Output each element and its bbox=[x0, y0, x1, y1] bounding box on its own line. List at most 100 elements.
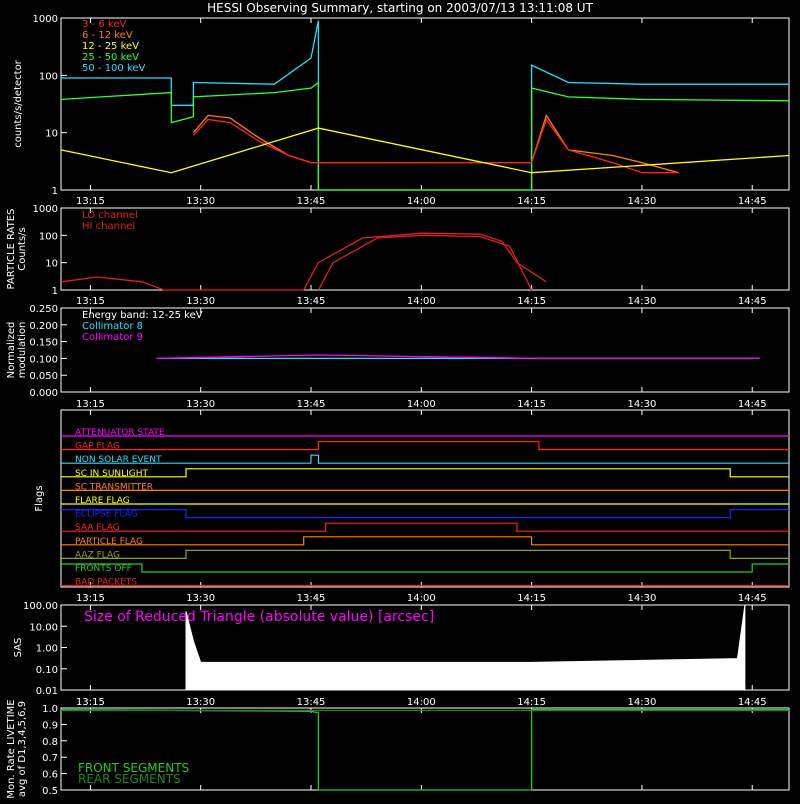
y-tick-label: 1.00 bbox=[36, 644, 58, 655]
flag-line bbox=[61, 441, 789, 451]
series-line bbox=[61, 20, 789, 191]
y-tick-label: 100 bbox=[39, 71, 58, 82]
flag-line bbox=[61, 509, 789, 519]
flag-line bbox=[61, 549, 789, 560]
time-tick-label: 14:00 bbox=[407, 399, 436, 410]
y-axis-label-2: avg of D1,3,4,5,6,9 bbox=[17, 701, 28, 797]
time-tick-label: 13:15 bbox=[76, 196, 105, 207]
time-tick-label: 14:45 bbox=[738, 296, 767, 307]
time-tick-label: 14:00 bbox=[407, 593, 436, 604]
time-tick-label: 13:30 bbox=[186, 196, 215, 207]
y-axis-label: Normalized bbox=[6, 322, 17, 379]
time-tick-label: 14:30 bbox=[628, 593, 657, 604]
time-tick-label: 14:30 bbox=[628, 296, 657, 307]
series-line bbox=[192, 118, 679, 174]
y-tick-label: 1 bbox=[52, 186, 58, 197]
flag-line bbox=[61, 454, 789, 464]
flag-label: NON SOLAR EVENT bbox=[75, 455, 162, 465]
particle-panel: 13:15 13:30 13:45 14:00 14:15 14:30 14:45 1 10 10… bbox=[6, 204, 790, 307]
y-tick-label: 0.6 bbox=[42, 770, 58, 781]
plots-svg: 13:15 13:30 13:45 14:00 14:15 14:30 14:45 1 10 10… bbox=[6, 14, 790, 799]
series-line bbox=[317, 234, 533, 291]
legend-entry: Collimator 9 bbox=[82, 332, 143, 343]
time-tick-label: 14:00 bbox=[407, 296, 436, 307]
time-tick-label: 13:30 bbox=[186, 399, 215, 410]
time-tick-label: 14:15 bbox=[517, 593, 546, 604]
y-axis-label-2: modulation bbox=[17, 322, 28, 379]
y-tick-label: 0.01 bbox=[36, 686, 58, 697]
y-tick-label: 0.7 bbox=[42, 753, 58, 764]
y-axis-label: Mon. Rate LIVETIME bbox=[6, 699, 17, 798]
y-tick-label: 0.5 bbox=[42, 786, 58, 797]
y-axis-label: PARTICLE RATES bbox=[6, 209, 17, 290]
time-tick-label: 14:45 bbox=[738, 196, 767, 207]
legend-entry: 3 - 6 keV bbox=[82, 19, 126, 30]
particle-frame bbox=[60, 207, 790, 291]
time-tick-label: 14:15 bbox=[517, 399, 546, 410]
flag-label: FLARE FLAG bbox=[75, 496, 130, 506]
y-tick-label: 0.000 bbox=[29, 388, 58, 399]
y-tick-label: 0.9 bbox=[42, 720, 58, 731]
y-tick-label: 0.050 bbox=[29, 371, 58, 382]
flag-label: AAZ FLAG bbox=[75, 550, 120, 560]
y-tick-label: 100 bbox=[39, 231, 58, 242]
time-tick-label: 14:15 bbox=[517, 296, 546, 307]
y-tick-label: 1000 bbox=[33, 204, 58, 215]
flag-line bbox=[61, 563, 789, 573]
flag-line bbox=[61, 522, 789, 532]
modulation-panel: 13:15 13:30 13:45 14:00 14:15 14:30 14:45 0.000… bbox=[6, 304, 790, 410]
time-tick-label: 14:30 bbox=[628, 399, 657, 410]
time-tick-label: 13:45 bbox=[297, 196, 326, 207]
flag-line bbox=[61, 536, 789, 546]
observing-summary-figure: HESSI Observing Summary, starting on 200… bbox=[0, 0, 800, 800]
y-tick-label: 10 bbox=[45, 259, 58, 270]
lightcurve-panel: 13:15 13:30 13:45 14:00 14:15 14:30 14:45 1 10 10… bbox=[13, 14, 790, 207]
y-axis-label-2: Counts/s bbox=[17, 227, 28, 271]
y-tick-label: 0.100 bbox=[29, 354, 58, 365]
sas-panel: 13:15 13:30 13:45 14:00 14:15 14:30 14:45 0.01 0… bbox=[13, 601, 790, 708]
legend-entry: Size of Reduced Triangle (absolute value… bbox=[84, 609, 434, 625]
y-axis-label: Flags bbox=[34, 485, 45, 511]
flag-label: ATTENUATOR STATE bbox=[75, 428, 165, 438]
flag-line bbox=[61, 468, 789, 478]
time-tick-label: 13:30 bbox=[186, 697, 215, 708]
y-axis-label: SAS bbox=[13, 638, 24, 658]
lightcurve-frame bbox=[60, 17, 790, 191]
time-tick-label: 13:15 bbox=[76, 593, 105, 604]
time-tick-label: 14:15 bbox=[517, 196, 546, 207]
y-tick-label: 10 bbox=[45, 129, 58, 140]
series-line bbox=[60, 127, 790, 174]
time-tick-label: 14:00 bbox=[407, 196, 436, 207]
time-tick-label: 13:15 bbox=[76, 399, 105, 410]
y-tick-label: 100.00 bbox=[23, 601, 58, 612]
legend-entry: Energy band: 12-25 keV bbox=[82, 310, 203, 321]
y-tick-label: 0.150 bbox=[29, 338, 58, 349]
time-tick-label: 14:30 bbox=[628, 697, 657, 708]
time-tick-label: 14:45 bbox=[738, 697, 767, 708]
legend-entry: 12 - 25 keV bbox=[82, 41, 139, 52]
flag-label: SC TRANSMITTER bbox=[75, 482, 153, 492]
time-tick-label: 13:15 bbox=[76, 296, 105, 307]
legend-entry: 25 - 50 keV bbox=[82, 52, 139, 63]
y-tick-label: 0.200 bbox=[29, 321, 58, 332]
time-tick-label: 13:30 bbox=[186, 296, 215, 307]
legend-entry: 6 - 12 keV bbox=[82, 30, 133, 41]
flags-panel: 13:15 13:30 13:45 14:00 14:15 14:30 14:45 Flags… bbox=[34, 409, 790, 604]
y-tick-label: 0.10 bbox=[36, 665, 58, 676]
livetime-panel: 0.5 0.6 0.7 0.8 0.9 1.0 Mon. Rate LIVETIME avg … bbox=[6, 699, 790, 799]
time-tick-label: 13:45 bbox=[297, 399, 326, 410]
y-axis-label: counts/s/detector bbox=[13, 59, 24, 147]
time-tick-label: 13:45 bbox=[297, 697, 326, 708]
legend-entry: Collimator 8 bbox=[82, 321, 143, 332]
time-tick-label: 14:45 bbox=[738, 399, 767, 410]
time-tick-label: 14:30 bbox=[628, 196, 657, 207]
legend-entry: 50 - 100 keV bbox=[82, 63, 146, 74]
time-tick-label: 13:45 bbox=[297, 296, 326, 307]
series-line bbox=[60, 81, 790, 191]
series-line bbox=[60, 232, 547, 291]
flag-label: GAP FLAG bbox=[75, 442, 120, 452]
time-tick-label: 13:30 bbox=[186, 593, 215, 604]
legend-entry: REAR SEGMENTS bbox=[78, 772, 181, 786]
y-tick-label: 1.0 bbox=[42, 704, 58, 715]
figure-title: HESSI Observing Summary, starting on 200… bbox=[207, 1, 593, 15]
